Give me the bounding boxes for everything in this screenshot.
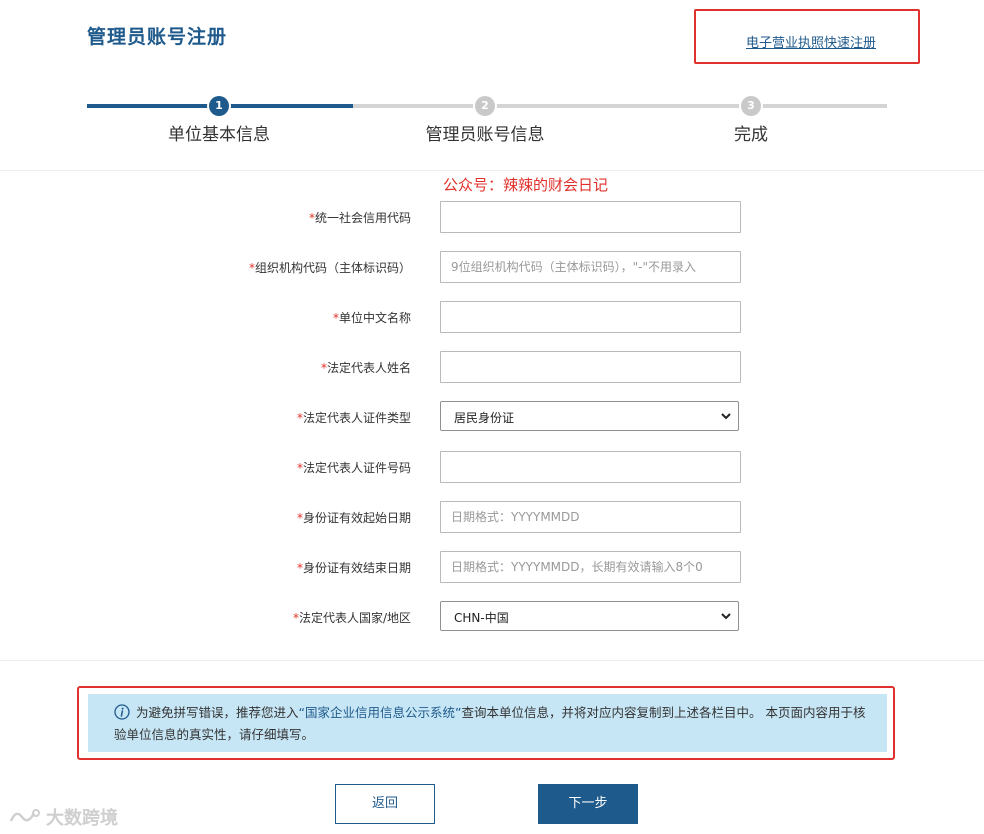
country-select[interactable]: CHN-中国 <box>440 601 739 631</box>
form-row-id-start-date: *身份证有效起始日期 <box>0 501 984 533</box>
back-button[interactable]: 返回 <box>335 784 435 824</box>
form-row-id-end-date: *身份证有效结束日期 <box>0 551 984 583</box>
field-label-text: 法定代表人证件类型 <box>302 411 411 425</box>
chevron-down-icon <box>721 413 731 420</box>
divider-bottom <box>0 660 984 661</box>
step-3-label: 完成 <box>734 125 768 145</box>
field-label-text: 统一社会信用代码 <box>314 211 411 225</box>
next-step-button[interactable]: 下一步 <box>538 784 638 824</box>
field-label: *法定代表人证件类型 <box>297 409 411 426</box>
id-number-input[interactable] <box>440 451 741 483</box>
step-2-circle: 2 <box>475 96 495 116</box>
unit-name-input[interactable] <box>440 301 741 333</box>
field-label-text: 身份证有效结束日期 <box>302 561 411 575</box>
step-1-circle: 1 <box>209 96 229 116</box>
field-label: *组织机构代码（主体标识码） <box>249 259 411 276</box>
field-label: *法定代表人姓名 <box>321 359 411 376</box>
overlay-text: 公众号：辣辣的财会日记 <box>443 176 609 194</box>
notice-text: 为避免拼写错误，推荐您进入“国家企业信用信息公示系统”查询本单位信息，并将对应内… <box>114 702 867 746</box>
brand-watermark: 大数跨境 <box>8 804 118 830</box>
field-label: *单位中文名称 <box>333 309 411 326</box>
info-notice: 为避免拼写错误，推荐您进入“国家企业信用信息公示系统”查询本单位信息，并将对应内… <box>88 694 887 752</box>
field-label: *身份证有效结束日期 <box>297 559 411 576</box>
divider-top <box>0 170 984 171</box>
select-value: 居民身份证 <box>454 411 515 425</box>
field-label-text: 法定代表人国家/地区 <box>298 611 411 625</box>
legal-rep-name-input[interactable] <box>440 351 741 383</box>
form-row-credit-code: *统一社会信用代码 <box>0 201 984 233</box>
step-line-pending <box>353 104 887 108</box>
field-label-text: 单位中文名称 <box>338 311 411 325</box>
field-label-text: 法定代表人姓名 <box>326 361 411 375</box>
info-icon <box>114 704 130 720</box>
id-start-date-input[interactable] <box>440 501 741 533</box>
org-code-input[interactable] <box>440 251 741 283</box>
chevron-down-icon <box>721 613 731 620</box>
step-2-label: 管理员账号信息 <box>425 125 545 145</box>
id-type-select[interactable]: 居民身份证 <box>440 401 739 431</box>
form-row-id-type: *法定代表人证件类型 居民身份证 <box>0 401 984 433</box>
field-label: *统一社会信用代码 <box>309 209 411 226</box>
step-1-label: 单位基本信息 <box>168 125 270 145</box>
step-3-circle: 3 <box>741 96 761 116</box>
form-row-unit-name: *单位中文名称 <box>0 301 984 333</box>
page-title: 管理员账号注册 <box>87 26 228 48</box>
field-label-text: 法定代表人证件号码 <box>302 461 411 475</box>
credit-system-link[interactable]: “国家企业信用信息公示系统” <box>299 705 462 720</box>
field-label: *身份证有效起始日期 <box>297 509 411 526</box>
form-row-country: *法定代表人国家/地区 CHN-中国 <box>0 601 984 633</box>
field-label-text: 身份证有效起始日期 <box>302 511 411 525</box>
form-row-legal-rep-name: *法定代表人姓名 <box>0 351 984 383</box>
form-row-org-code: *组织机构代码（主体标识码） <box>0 251 984 283</box>
select-value: CHN-中国 <box>454 611 509 625</box>
field-label: *法定代表人国家/地区 <box>293 609 411 626</box>
id-end-date-input[interactable] <box>440 551 741 583</box>
credit-code-input[interactable] <box>440 201 741 233</box>
watermark-logo-icon <box>9 809 40 822</box>
quick-register-link[interactable]: 电子营业执照快速注册 <box>746 32 876 51</box>
notice-prefix: 为避免拼写错误，推荐您进入 <box>136 705 299 720</box>
field-label-text: 组织机构代码（主体标识码） <box>254 261 411 275</box>
watermark-text: 大数跨境 <box>46 808 118 829</box>
form-row-id-number: *法定代表人证件号码 <box>0 451 984 483</box>
field-label: *法定代表人证件号码 <box>297 459 411 476</box>
